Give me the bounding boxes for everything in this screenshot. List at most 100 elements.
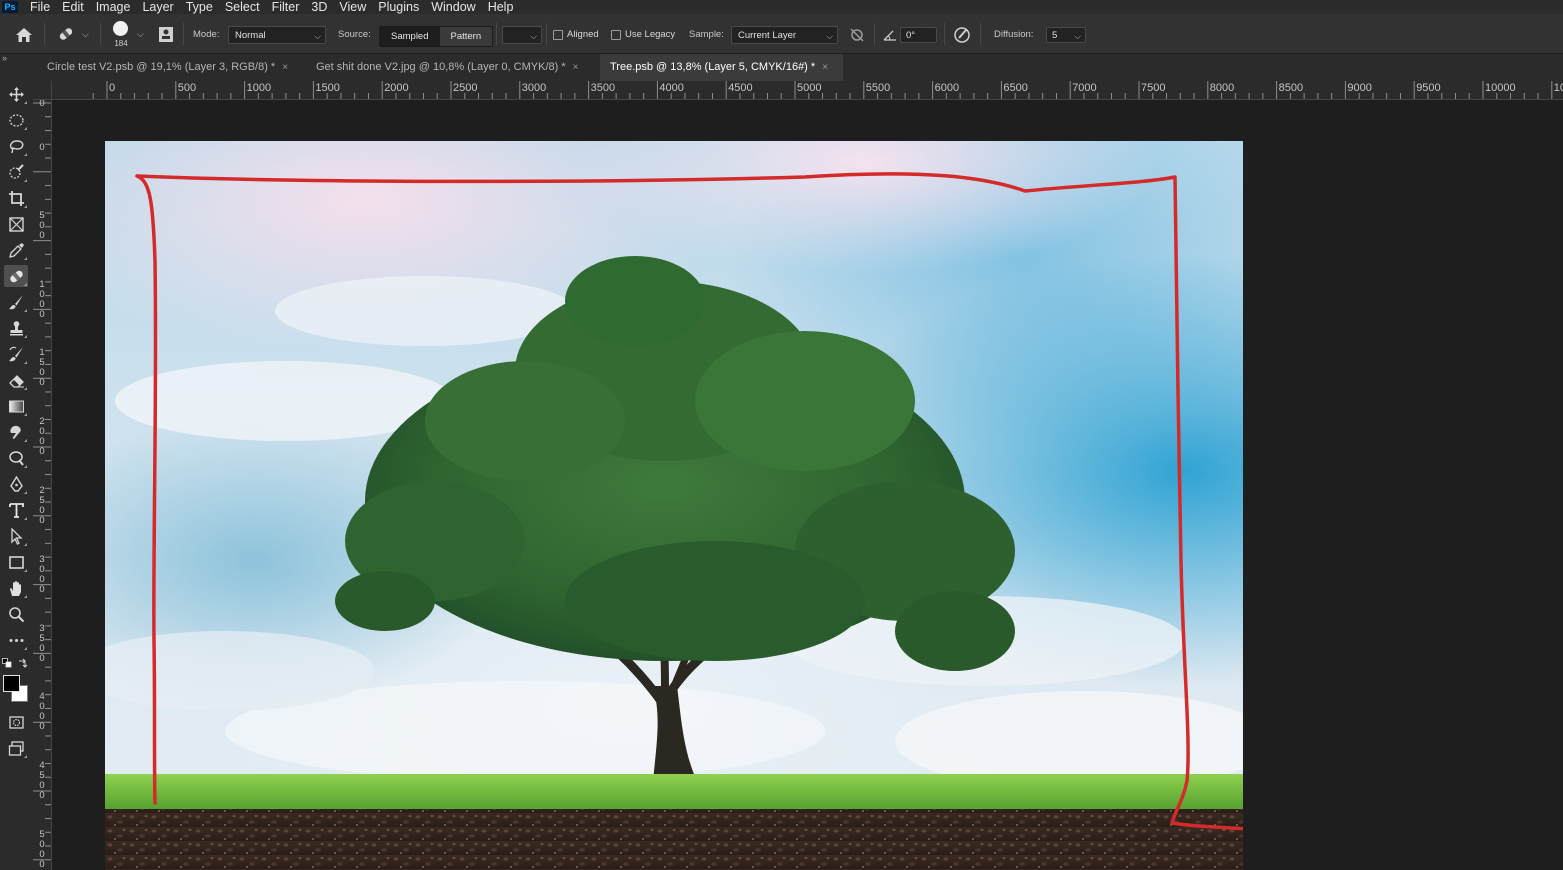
zoom-icon bbox=[8, 606, 24, 622]
separator bbox=[546, 23, 547, 45]
smudge-tool[interactable] bbox=[4, 421, 28, 443]
ruler-origin[interactable] bbox=[33, 81, 52, 100]
dodge-tool[interactable] bbox=[4, 447, 28, 469]
quick-mask-button[interactable] bbox=[4, 711, 28, 733]
menu-image[interactable]: Image bbox=[90, 0, 137, 14]
flyout-indicator bbox=[24, 517, 27, 520]
pattern-picker[interactable]: ⌵ bbox=[502, 26, 542, 44]
expand-panels-icon[interactable]: » bbox=[2, 53, 7, 63]
menu-help[interactable]: Help bbox=[482, 0, 520, 14]
diffusion-input[interactable]: 5 ⌵ bbox=[1046, 27, 1086, 43]
close-icon[interactable]: × bbox=[573, 62, 579, 73]
mode-dropdown[interactable]: Normal ⌵ bbox=[228, 26, 326, 44]
frame-icon bbox=[8, 216, 24, 232]
tab-tree[interactable]: Tree.psb @ 13,8% (Layer 5, CMYK/16#) * × bbox=[600, 54, 843, 81]
pressure-size-icon[interactable] bbox=[953, 26, 971, 44]
flyout-indicator bbox=[24, 205, 27, 208]
brush-size-value: 184 bbox=[114, 39, 128, 48]
healing-brush-preset-icon[interactable] bbox=[56, 24, 76, 44]
menu-plugins[interactable]: Plugins bbox=[372, 0, 425, 14]
clone-stamp-tool[interactable] bbox=[4, 317, 28, 339]
screen-mode-button[interactable] bbox=[4, 737, 28, 759]
more-tools-icon bbox=[9, 638, 23, 642]
ruler-tick-label: 8000 bbox=[1209, 82, 1235, 94]
lasso-tool[interactable] bbox=[4, 135, 28, 157]
chevron-down-icon[interactable]: ⌵ bbox=[137, 29, 144, 40]
screen-mode-icon bbox=[8, 740, 24, 756]
move-tool[interactable] bbox=[4, 83, 28, 105]
menu-3d[interactable]: 3D bbox=[305, 0, 333, 14]
angle-input[interactable]: 0° bbox=[900, 27, 937, 43]
flyout-indicator bbox=[24, 465, 27, 468]
source-sampled-button[interactable]: Sampled bbox=[380, 27, 440, 46]
zoom-tool[interactable] bbox=[4, 603, 28, 625]
home-icon[interactable] bbox=[14, 26, 34, 44]
brush-tip-icon[interactable] bbox=[113, 21, 128, 36]
chevron-down-icon[interactable]: ⌵ bbox=[82, 29, 89, 40]
menu-filter[interactable]: Filter bbox=[266, 0, 306, 14]
ruler-tick-label: 7000 bbox=[1072, 82, 1097, 94]
marquee-tool[interactable] bbox=[4, 109, 28, 131]
soil bbox=[105, 809, 1243, 870]
healing-brush-tool[interactable] bbox=[4, 265, 28, 287]
canvas-workspace[interactable] bbox=[52, 100, 1563, 870]
clone-source-panel-icon[interactable] bbox=[157, 26, 175, 43]
source-toggle: Sampled Pattern bbox=[379, 26, 494, 47]
menu-file[interactable]: File bbox=[24, 0, 56, 14]
menu-layer[interactable]: Layer bbox=[136, 0, 179, 14]
ruler-tick-label: 5500 bbox=[865, 82, 891, 94]
close-icon[interactable]: × bbox=[282, 62, 288, 73]
ruler-tick-label: 3000 bbox=[521, 82, 547, 94]
gradient-tool[interactable] bbox=[4, 395, 28, 417]
brush-tool[interactable] bbox=[4, 291, 28, 313]
quick-select-tool[interactable] bbox=[4, 161, 28, 183]
pen-tool[interactable] bbox=[4, 473, 28, 495]
rectangle-tool[interactable] bbox=[4, 551, 28, 573]
ruler-tick-label: 1500 bbox=[315, 82, 340, 94]
tab-label: Get shit done V2.jpg @ 10,8% (Layer 0, C… bbox=[316, 61, 566, 73]
type-tool[interactable] bbox=[4, 499, 28, 521]
eyedropper-tool[interactable] bbox=[4, 239, 28, 261]
close-icon[interactable]: × bbox=[822, 62, 828, 73]
healing-brush-icon bbox=[9, 270, 23, 282]
menu-select[interactable]: Select bbox=[219, 0, 266, 14]
flyout-indicator bbox=[24, 335, 27, 338]
frame-tool[interactable] bbox=[4, 213, 28, 235]
default-colors-icon[interactable] bbox=[2, 658, 12, 668]
chevron-down-icon: ⌵ bbox=[826, 31, 833, 41]
menu-edit[interactable]: Edit bbox=[56, 0, 90, 14]
path-select-tool[interactable] bbox=[4, 525, 28, 547]
use-legacy-checkbox[interactable]: Use Legacy bbox=[611, 29, 675, 40]
pen-icon bbox=[9, 475, 23, 492]
hand-tool[interactable] bbox=[4, 577, 28, 599]
checkbox-box[interactable] bbox=[611, 29, 621, 40]
eraser-tool[interactable] bbox=[4, 369, 28, 391]
separator bbox=[44, 23, 45, 45]
history-brush-tool[interactable] bbox=[4, 343, 28, 365]
more-tools-button[interactable] bbox=[4, 629, 28, 651]
sample-dropdown[interactable]: Current Layer ⌵ bbox=[731, 26, 838, 44]
checkbox-box[interactable] bbox=[553, 29, 563, 40]
angle-icon bbox=[883, 30, 896, 41]
tab-get-shit-done[interactable]: Get shit done V2.jpg @ 10,8% (Layer 0, C… bbox=[306, 54, 588, 81]
sample-value: Current Layer bbox=[738, 30, 797, 41]
tab-circle-test[interactable]: Circle test V2.psb @ 19,1% (Layer 3, RGB… bbox=[37, 54, 298, 81]
ignore-adjustment-layers-icon[interactable] bbox=[849, 27, 865, 43]
menu-view[interactable]: View bbox=[333, 0, 372, 14]
aligned-checkbox[interactable]: Aligned bbox=[553, 29, 599, 40]
flyout-indicator bbox=[24, 491, 27, 494]
document-canvas[interactable] bbox=[105, 141, 1243, 870]
separator bbox=[100, 23, 101, 45]
use-legacy-label: Use Legacy bbox=[625, 29, 676, 40]
sample-label: Sample: bbox=[689, 29, 724, 40]
crop-icon bbox=[8, 190, 24, 206]
aligned-label: Aligned bbox=[567, 29, 599, 40]
foreground-color-swatch[interactable] bbox=[3, 675, 20, 692]
crop-tool[interactable] bbox=[4, 187, 28, 209]
menu-window[interactable]: Window bbox=[425, 0, 481, 14]
chevron-down-icon: ⌵ bbox=[1074, 31, 1081, 41]
flyout-indicator bbox=[24, 309, 27, 312]
source-pattern-button[interactable]: Pattern bbox=[439, 27, 493, 46]
menu-type[interactable]: Type bbox=[180, 0, 219, 14]
swap-colors-icon[interactable] bbox=[18, 658, 28, 668]
